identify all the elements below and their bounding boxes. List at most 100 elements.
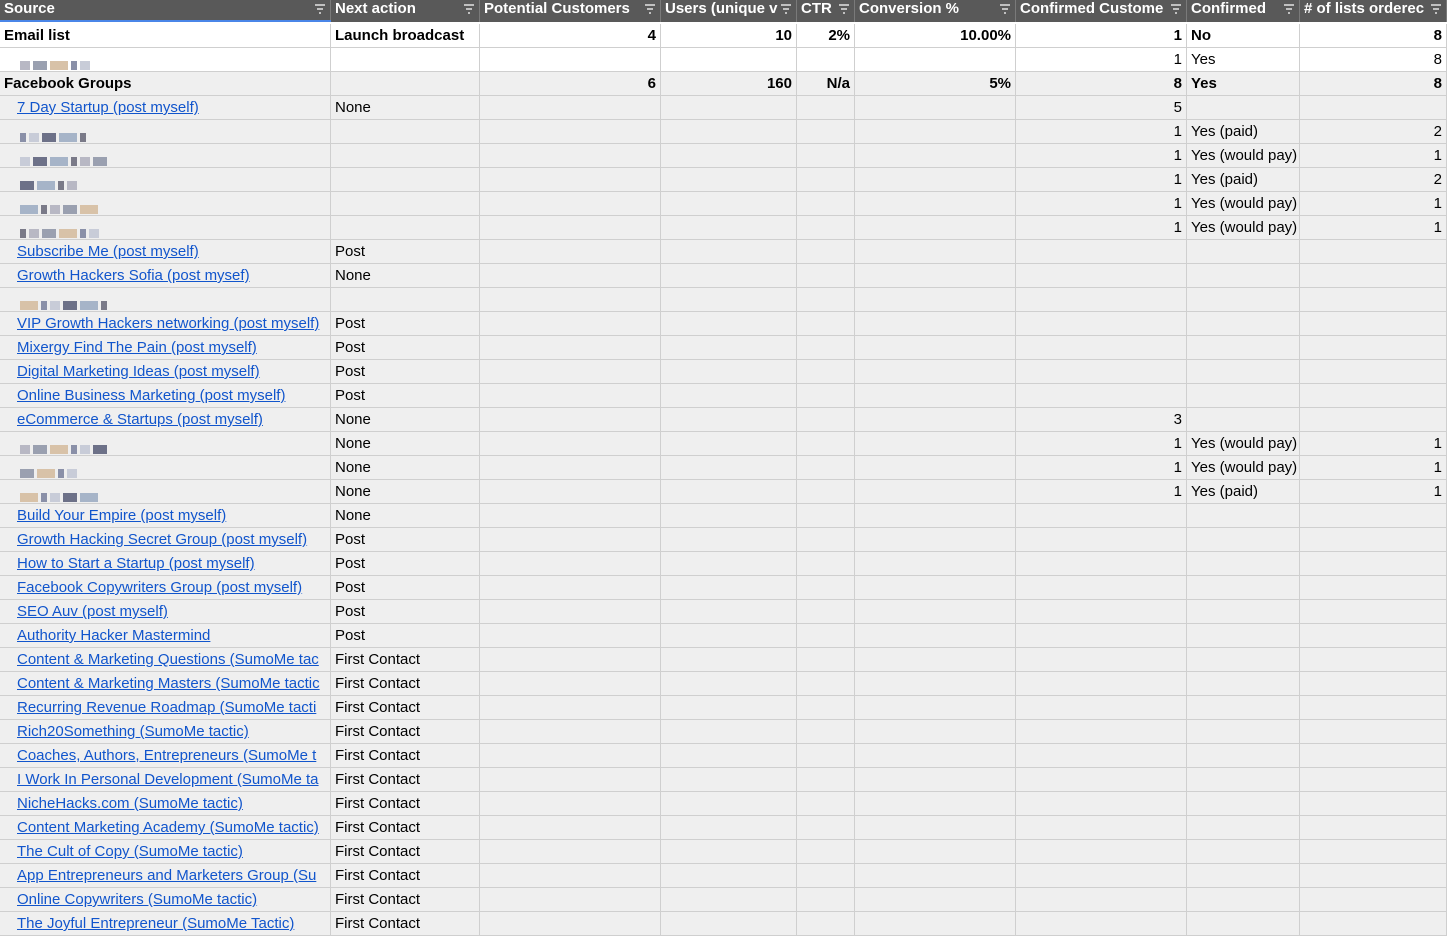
cell-conv[interactable]	[855, 288, 1016, 312]
cell-conv[interactable]	[855, 96, 1016, 120]
cell-lists[interactable]	[1300, 504, 1447, 528]
cell-source[interactable]: App Entrepreneurs and Marketers Group (S…	[0, 864, 331, 888]
cell-ctr[interactable]	[797, 528, 855, 552]
cell-next[interactable]	[331, 72, 480, 96]
source-link[interactable]: Content Marketing Academy (SumoMe tactic…	[4, 819, 319, 836]
cell-ctr[interactable]	[797, 360, 855, 384]
cell-potential[interactable]: 6	[480, 72, 661, 96]
cell-next[interactable]: First Contact	[331, 648, 480, 672]
cell-cc[interactable]	[1016, 384, 1187, 408]
cell-potential[interactable]	[480, 528, 661, 552]
cell-users[interactable]	[661, 672, 797, 696]
cell-source[interactable]	[0, 192, 331, 216]
cell-users[interactable]	[661, 552, 797, 576]
cell-ctr[interactable]	[797, 672, 855, 696]
cell-potential[interactable]	[480, 216, 661, 240]
filter-icon[interactable]	[999, 3, 1011, 15]
cell-potential[interactable]	[480, 768, 661, 792]
cell-source[interactable]	[0, 456, 331, 480]
cell-confirmed[interactable]	[1187, 360, 1300, 384]
cell-conv[interactable]	[855, 384, 1016, 408]
cell-ctr[interactable]	[797, 480, 855, 504]
source-link[interactable]: Coaches, Authors, Entrepreneurs (SumoMe …	[4, 747, 316, 764]
cell-potential[interactable]	[480, 168, 661, 192]
cell-users[interactable]	[661, 240, 797, 264]
cell-cc[interactable]	[1016, 840, 1187, 864]
cell-lists[interactable]	[1300, 888, 1447, 912]
cell-confirmed[interactable]	[1187, 840, 1300, 864]
cell-potential[interactable]	[480, 912, 661, 936]
source-link[interactable]: Growth Hackers Sofia (post mysef)	[4, 267, 250, 284]
cell-ctr[interactable]	[797, 192, 855, 216]
cell-next[interactable]: First Contact	[331, 768, 480, 792]
cell-ctr[interactable]	[797, 840, 855, 864]
cell-potential[interactable]	[480, 672, 661, 696]
cell-cc[interactable]: 1	[1016, 168, 1187, 192]
cell-users[interactable]	[661, 216, 797, 240]
cell-next[interactable]: First Contact	[331, 672, 480, 696]
column-header-8[interactable]: Confirmed	[1187, 0, 1300, 22]
cell-confirmed[interactable]	[1187, 576, 1300, 600]
cell-confirmed[interactable]	[1187, 504, 1300, 528]
cell-users[interactable]	[661, 744, 797, 768]
cell-source[interactable]	[0, 288, 331, 312]
cell-ctr[interactable]	[797, 216, 855, 240]
cell-potential[interactable]	[480, 696, 661, 720]
cell-next[interactable]: First Contact	[331, 840, 480, 864]
cell-ctr[interactable]	[797, 384, 855, 408]
source-link[interactable]: Online Copywriters (SumoMe tactic)	[4, 891, 257, 908]
cell-conv[interactable]	[855, 624, 1016, 648]
cell-users[interactable]	[661, 648, 797, 672]
cell-confirmed[interactable]	[1187, 720, 1300, 744]
cell-lists[interactable]	[1300, 288, 1447, 312]
cell-users[interactable]	[661, 624, 797, 648]
cell-potential[interactable]	[480, 576, 661, 600]
cell-lists[interactable]	[1300, 864, 1447, 888]
cell-source[interactable]: Growth Hackers Sofia (post mysef)	[0, 264, 331, 288]
cell-users[interactable]	[661, 456, 797, 480]
cell-potential[interactable]	[480, 480, 661, 504]
cell-lists[interactable]	[1300, 312, 1447, 336]
cell-next[interactable]	[331, 288, 480, 312]
filter-icon[interactable]	[463, 3, 475, 15]
cell-conv[interactable]: 10.00%	[855, 24, 1016, 48]
cell-lists[interactable]	[1300, 408, 1447, 432]
cell-conv[interactable]	[855, 600, 1016, 624]
cell-source[interactable]: The Joyful Entrepreneur (SumoMe Tactic)	[0, 912, 331, 936]
column-header-1[interactable]: Source	[0, 0, 331, 22]
source-link[interactable]: NicheHacks.com (SumoMe tactic)	[4, 795, 243, 812]
cell-users[interactable]	[661, 888, 797, 912]
source-link[interactable]: The Cult of Copy (SumoMe tactic)	[4, 843, 243, 860]
cell-ctr[interactable]	[797, 624, 855, 648]
cell-ctr[interactable]	[797, 600, 855, 624]
cell-source[interactable]: Authority Hacker Mastermind	[0, 624, 331, 648]
cell-lists[interactable]: 1	[1300, 432, 1447, 456]
cell-conv[interactable]	[855, 768, 1016, 792]
cell-users[interactable]	[661, 528, 797, 552]
cell-conv[interactable]	[855, 672, 1016, 696]
cell-cc[interactable]	[1016, 552, 1187, 576]
cell-cc[interactable]	[1016, 720, 1187, 744]
cell-next[interactable]: Post	[331, 528, 480, 552]
cell-confirmed[interactable]	[1187, 648, 1300, 672]
cell-ctr[interactable]	[797, 48, 855, 72]
cell-next[interactable]	[331, 192, 480, 216]
filter-icon[interactable]	[644, 3, 656, 15]
cell-users[interactable]	[661, 312, 797, 336]
cell-confirmed[interactable]: Yes	[1187, 72, 1300, 96]
cell-cc[interactable]	[1016, 312, 1187, 336]
cell-cc[interactable]	[1016, 864, 1187, 888]
cell-ctr[interactable]: 2%	[797, 24, 855, 48]
cell-source[interactable]: NicheHacks.com (SumoMe tactic)	[0, 792, 331, 816]
cell-lists[interactable]: 1	[1300, 456, 1447, 480]
cell-users[interactable]	[661, 768, 797, 792]
cell-cc[interactable]	[1016, 816, 1187, 840]
cell-lists[interactable]	[1300, 552, 1447, 576]
cell-ctr[interactable]	[797, 648, 855, 672]
cell-ctr[interactable]	[797, 264, 855, 288]
cell-confirmed[interactable]	[1187, 408, 1300, 432]
cell-cc[interactable]	[1016, 288, 1187, 312]
cell-next[interactable]: Post	[331, 240, 480, 264]
cell-lists[interactable]	[1300, 96, 1447, 120]
cell-lists[interactable]	[1300, 600, 1447, 624]
